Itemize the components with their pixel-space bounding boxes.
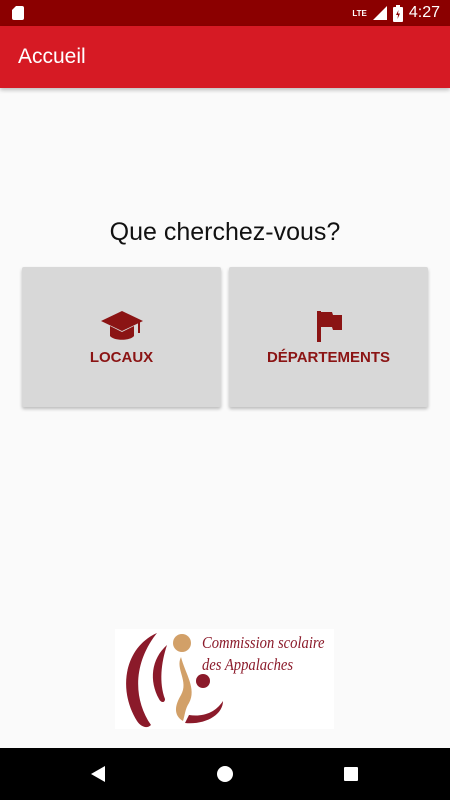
home-icon	[217, 766, 233, 782]
back-icon	[91, 766, 105, 782]
recents-icon	[344, 767, 358, 781]
page-question: Que cherchez-vous?	[109, 218, 341, 246]
home-button[interactable]	[195, 748, 255, 800]
departements-button[interactable]: DÉPARTEMENTS	[229, 267, 428, 407]
app-bar-title: Accueil	[18, 45, 86, 68]
recents-button[interactable]	[321, 748, 381, 800]
status-bar: LTE 4:27	[0, 0, 450, 26]
app-bar: Accueil	[0, 26, 450, 88]
sd-card-icon	[12, 6, 24, 20]
logo-text-line2: des Appalaches	[202, 655, 294, 674]
signal-icon	[372, 6, 387, 20]
battery-icon	[392, 4, 403, 22]
clock: 4:27	[408, 4, 440, 21]
locaux-button[interactable]: LOCAUX	[22, 267, 221, 407]
logo-text-line1: Commission scolaire	[202, 633, 325, 652]
logo: Commission scolaire des Appalaches	[115, 629, 334, 729]
flag-icon	[316, 310, 342, 342]
departements-label: DÉPARTEMENTS	[266, 348, 391, 366]
graduation-cap-icon	[100, 310, 143, 340]
network-type: LTE	[352, 8, 367, 18]
locaux-label: LOCAUX	[89, 348, 154, 366]
navigation-bar	[0, 748, 450, 800]
back-button[interactable]	[68, 748, 128, 800]
